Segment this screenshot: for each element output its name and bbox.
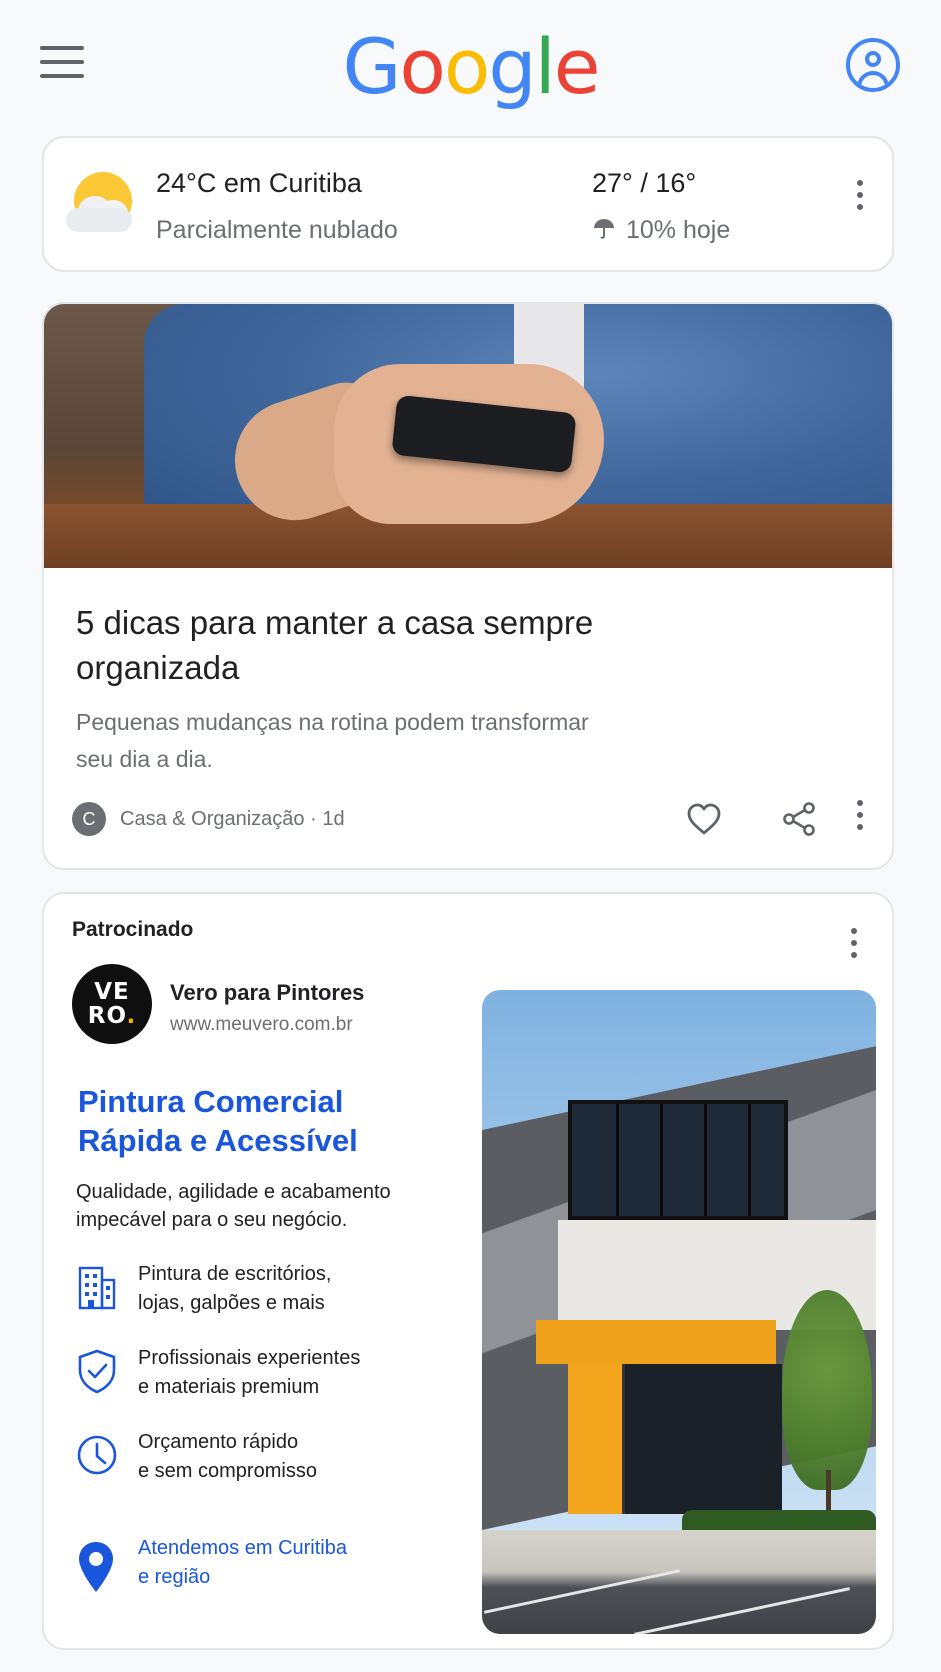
feature-text: Pintura de escritórios, lojas, galpões e … xyxy=(138,1260,458,1318)
partly-cloudy-icon xyxy=(66,170,138,240)
heart-icon[interactable] xyxy=(686,802,722,836)
account-circle-icon[interactable] xyxy=(846,38,900,92)
feature-text-line: lojas, galpões e mais xyxy=(138,1292,325,1314)
article-card[interactable]: 5 dicas para manter a casa sempre organi… xyxy=(42,302,894,870)
rain-chance-text: 10% hoje xyxy=(626,216,731,244)
building-icon xyxy=(78,1266,116,1310)
logo-letter: e xyxy=(553,22,601,111)
logo-line-1: VE xyxy=(94,979,130,1005)
logo-line-2: RO. xyxy=(72,1004,152,1028)
source-avatar: C xyxy=(72,802,106,836)
hand-holding-phone-photo xyxy=(44,304,892,568)
advertiser-name[interactable]: Vero para Pintores xyxy=(170,980,364,1006)
logo-letter: l xyxy=(534,22,556,111)
feature-text-line: e sem compromisso xyxy=(138,1460,317,1482)
feature-text-line: e materiais premium xyxy=(138,1376,320,1398)
map-pin-icon xyxy=(79,1542,113,1592)
logo-letter: o xyxy=(443,22,490,111)
logo-letter: G xyxy=(342,22,401,111)
clock-icon xyxy=(77,1435,117,1475)
service-area-link[interactable]: Atendemos em Curitiba e região xyxy=(76,1534,456,1598)
weather-location-temp: 24°C em Curitiba xyxy=(156,168,362,198)
umbrella-icon xyxy=(594,219,614,239)
ad-headline[interactable]: Pintura Comercial Rápida e Acessível xyxy=(78,1082,438,1160)
feature-text-line: Pintura de escritórios, xyxy=(138,1263,332,1285)
weather-rain-chance: 10% hoje xyxy=(592,216,730,245)
app-header: Google xyxy=(0,0,941,130)
article-title[interactable]: 5 dicas para manter a casa sempre organi… xyxy=(76,600,596,690)
google-logo: Google xyxy=(0,22,941,111)
advertiser-url[interactable]: www.meuvero.com.br xyxy=(170,1014,353,1036)
weather-more-options-icon[interactable] xyxy=(848,180,872,220)
weather-temp-range: 27° / 16° xyxy=(592,168,697,198)
weather-card[interactable]: 24°C em Curitiba Parcialmente nublado 27… xyxy=(42,136,894,272)
share-icon[interactable] xyxy=(782,802,816,836)
article-more-options-icon[interactable] xyxy=(848,800,872,840)
feature-item: Pintura de escritórios, lojas, galpões e … xyxy=(76,1260,456,1324)
shield-check-icon xyxy=(78,1349,116,1394)
logo-letter: o xyxy=(399,22,445,111)
commercial-building-photo[interactable] xyxy=(482,990,876,1634)
service-area-line: Atendemos em Curitiba xyxy=(138,1537,347,1559)
article-source[interactable]: Casa & Organização · 1d xyxy=(120,808,345,831)
service-area-line: e região xyxy=(138,1566,211,1588)
article-description: Pequenas mudanças na rotina podem transf… xyxy=(76,709,589,772)
article-footer: C Casa & Organização · 1d xyxy=(72,800,872,840)
feature-item: Profissionais experientes e materiais pre… xyxy=(76,1344,456,1408)
service-area-text[interactable]: Atendemos em Curitiba e região xyxy=(138,1534,438,1592)
logo-letter: g xyxy=(488,22,536,111)
logo-line-2-text: RO xyxy=(87,1003,127,1029)
ad-body-text: Qualidade, agilidade e acabamento impecá… xyxy=(76,1181,391,1231)
ad-more-options-icon[interactable] xyxy=(842,928,866,968)
weather-condition: Parcialmente nublado xyxy=(156,216,398,244)
sponsored-ad-card[interactable]: Patrocinado VE RO. Vero para Pintores ww… xyxy=(42,892,894,1650)
feature-text-line: Orçamento rápido xyxy=(138,1431,299,1453)
feature-text: Orçamento rápido e sem compromisso xyxy=(138,1428,458,1486)
feature-text-line: Profissionais experientes xyxy=(138,1347,361,1369)
feature-text: Profissionais experientes e materiais pre… xyxy=(138,1344,458,1402)
advertiser-logo: VE RO. xyxy=(72,964,152,1044)
logo-dot: . xyxy=(126,1003,137,1029)
sponsored-label: Patrocinado xyxy=(72,918,194,941)
feature-item: Orçamento rápido e sem compromisso xyxy=(76,1428,456,1492)
